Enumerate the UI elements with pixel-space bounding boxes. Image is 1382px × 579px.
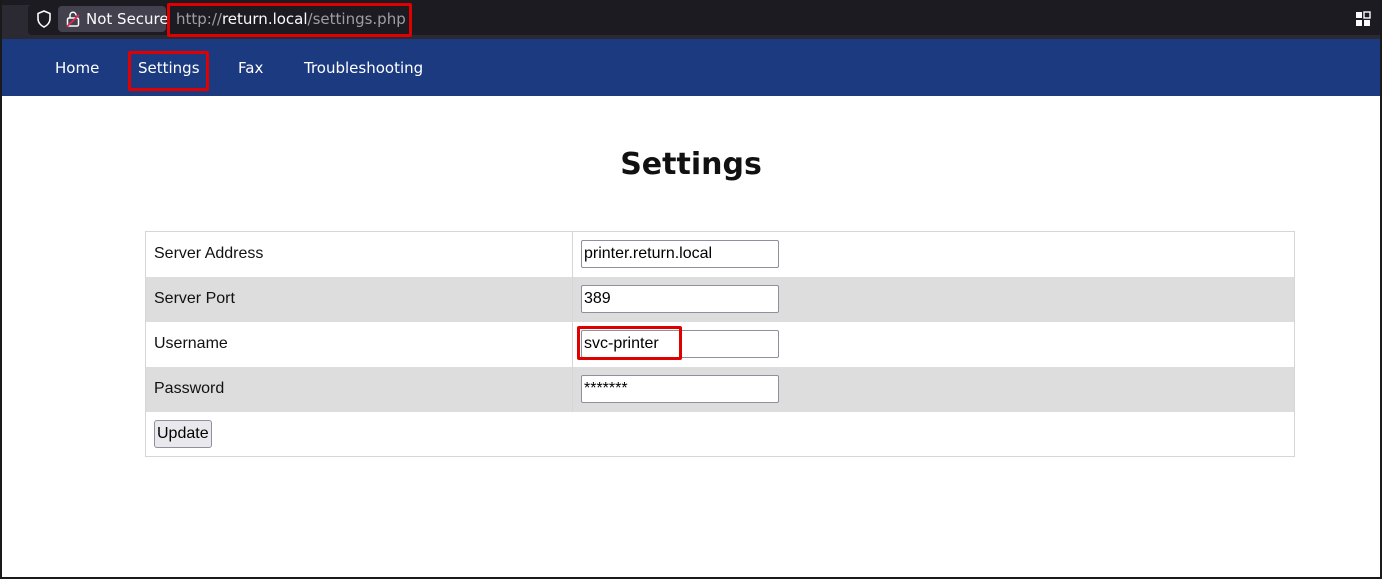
table-row: Username <box>146 322 1294 367</box>
nav-troubleshooting[interactable]: Troubleshooting <box>304 59 423 77</box>
column-divider <box>572 367 573 412</box>
nav-settings[interactable]: Settings <box>138 59 200 77</box>
settings-table: Server Address Server Port Username Pass… <box>145 231 1295 457</box>
url-path: /settings.php <box>307 10 406 28</box>
extensions-icon[interactable] <box>1355 11 1371 27</box>
update-button[interactable]: Update <box>154 420 212 448</box>
url-text[interactable]: http://return.local/settings.php <box>176 10 406 28</box>
shield-icon[interactable] <box>36 10 52 28</box>
page-title: Settings <box>620 147 762 182</box>
nav-home[interactable]: Home <box>55 59 99 77</box>
url-scheme: http:// <box>176 10 222 28</box>
server-address-input[interactable] <box>581 240 779 268</box>
table-row: Update <box>146 412 1294 457</box>
password-input[interactable] <box>581 375 779 403</box>
password-label: Password <box>154 380 225 397</box>
url-host: return.local <box>221 10 308 28</box>
server-port-label: Server Port <box>154 290 235 307</box>
server-port-input[interactable] <box>581 285 779 313</box>
table-row: Server Address <box>146 232 1294 277</box>
browser-toolbar: Not Secure http://return.local/settings.… <box>0 0 1382 39</box>
server-address-label: Server Address <box>154 245 264 262</box>
username-input[interactable] <box>581 330 779 358</box>
site-nav: Home Settings Fax Troubleshooting <box>0 39 1382 96</box>
nav-fax[interactable]: Fax <box>238 59 263 77</box>
insecure-lock-icon <box>66 11 80 27</box>
column-divider <box>572 322 573 367</box>
table-row: Password <box>146 367 1294 412</box>
column-divider <box>572 277 573 322</box>
security-label: Not Secure <box>86 10 169 28</box>
column-divider <box>572 232 573 277</box>
table-row: Server Port <box>146 277 1294 322</box>
username-label: Username <box>154 335 228 352</box>
